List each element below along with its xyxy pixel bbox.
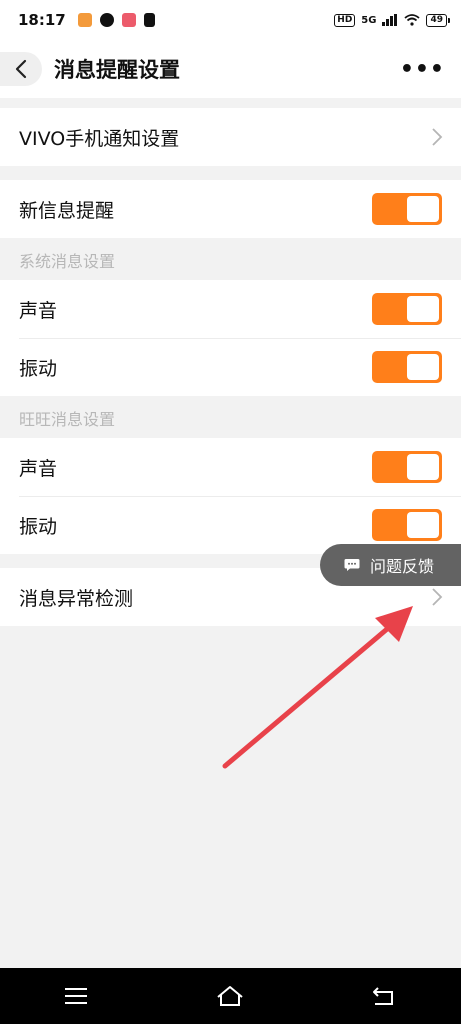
- new-message-group: 新信息提醒: [0, 180, 461, 238]
- tiktok-icon: [143, 13, 155, 27]
- system-sound-label: 声音: [19, 299, 58, 322]
- vivo-notification-label: VIVO手机通知设置: [19, 127, 180, 150]
- page-title: 消息提醒设置: [54, 58, 180, 82]
- back-nav-icon[interactable]: [372, 986, 398, 1006]
- vivo-notification-settings-row[interactable]: VIVO手机通知设置: [0, 108, 461, 166]
- wangwang-group: 声音 振动: [0, 438, 461, 554]
- chevron-right-icon: [432, 588, 443, 606]
- annotation-arrow-icon: [222, 606, 413, 769]
- status-time: 18:17: [18, 11, 66, 29]
- system-sound-row: 声音: [0, 280, 461, 338]
- new-message-reminder-label: 新信息提醒: [19, 199, 115, 222]
- wangwang-sound-label: 声音: [19, 457, 58, 480]
- toggle-knob: [407, 196, 439, 222]
- system-vibrate-row: 振动: [0, 338, 461, 396]
- toggle-knob: [407, 296, 439, 322]
- back-button[interactable]: [0, 52, 42, 86]
- system-group: 声音 振动: [0, 280, 461, 396]
- toggle-knob: [407, 354, 439, 380]
- system-section-header: 系统消息设置: [0, 239, 461, 281]
- chat-bubble-icon: [344, 559, 360, 571]
- vivo-group: VIVO手机通知设置: [0, 108, 461, 166]
- menu-icon[interactable]: [64, 987, 88, 1005]
- wangwang-section-header: 旺旺消息设置: [0, 397, 461, 439]
- system-vibrate-label: 振动: [19, 357, 58, 380]
- home-icon[interactable]: [215, 985, 245, 1007]
- wifi-icon: [404, 14, 421, 26]
- signal-icon: [382, 14, 398, 26]
- wangwang-sound-row: 声音: [0, 438, 461, 496]
- more-options-button[interactable]: •••: [400, 57, 445, 82]
- hd-badge: HD: [334, 13, 356, 27]
- status-bar: 18:17 HD 5G 49: [0, 0, 461, 40]
- system-sound-toggle[interactable]: [372, 293, 442, 325]
- new-message-reminder-toggle[interactable]: [372, 193, 442, 225]
- nav-bar: 消息提醒设置 •••: [0, 40, 461, 98]
- feedback-label: 问题反馈: [370, 557, 435, 576]
- heart-app-icon: [121, 13, 136, 27]
- chevron-right-icon: [432, 128, 443, 146]
- app-notification-icon: [77, 13, 92, 27]
- wangwang-vibrate-toggle[interactable]: [372, 509, 442, 541]
- network-label: 5G: [361, 14, 377, 26]
- status-left: 18:17: [18, 11, 155, 29]
- system-navigation-bar: [0, 968, 461, 1024]
- status-right: HD 5G 49: [334, 13, 450, 27]
- wangwang-vibrate-label: 振动: [19, 515, 58, 538]
- toggle-knob: [407, 512, 439, 538]
- toggle-knob: [407, 454, 439, 480]
- chevron-left-icon: [15, 59, 27, 79]
- new-message-reminder-row: 新信息提醒: [0, 180, 461, 238]
- wangwang-sound-toggle[interactable]: [372, 451, 442, 483]
- chat-notification-icon: [99, 13, 114, 27]
- feedback-button[interactable]: 问题反馈: [320, 544, 461, 586]
- system-vibrate-toggle[interactable]: [372, 351, 442, 383]
- battery-indicator: 49: [426, 13, 450, 27]
